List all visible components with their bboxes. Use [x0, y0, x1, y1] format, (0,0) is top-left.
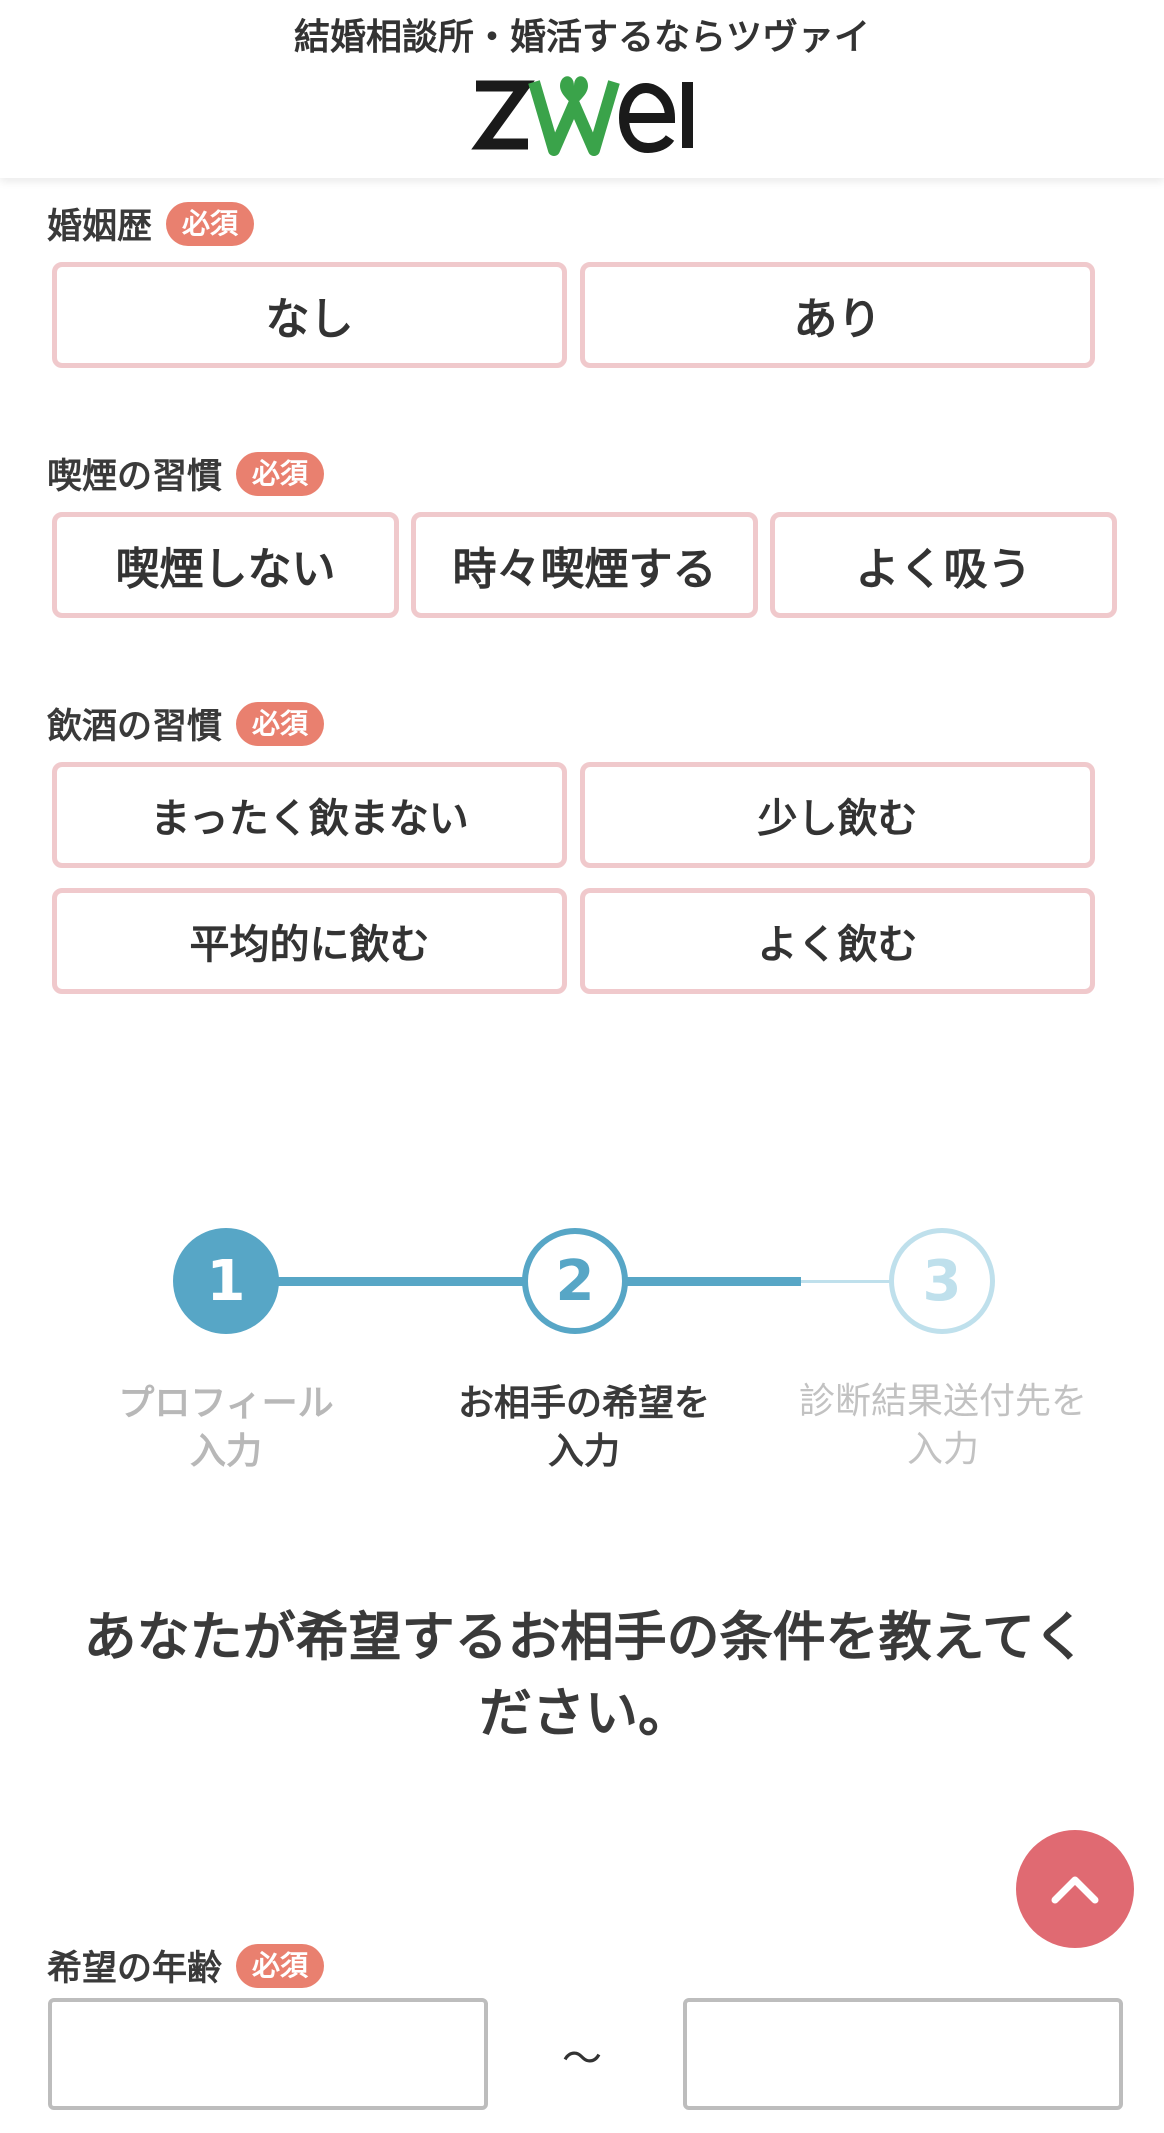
required-badge: 必須: [236, 451, 325, 496]
required-badge: 必須: [166, 201, 255, 246]
drinking-label-row: 飲酒の習慣 必須: [47, 698, 325, 749]
smoking-option-occasional[interactable]: 時々喫煙する: [411, 512, 758, 618]
heart-icon: [528, 76, 620, 156]
step-1-label: プロフィール 入力: [118, 1383, 334, 1472]
drinking-option-never[interactable]: まったく飲まない: [52, 762, 567, 868]
drinking-label: 飲酒の習慣: [47, 707, 223, 747]
age-label-row: 希望の年齢 必須: [47, 1940, 325, 1991]
age-max-input[interactable]: [683, 1998, 1123, 2110]
step-2-label: お相手の希望を 入力: [457, 1383, 710, 1472]
step-3-label: 診断結果送付先を 入力: [798, 1381, 1087, 1470]
zwei-logo[interactable]: zwei: [468, 64, 708, 156]
drinking-option-little[interactable]: 少し飲む: [580, 762, 1095, 868]
marital-option-none[interactable]: なし: [52, 262, 567, 368]
step-2-circle: 2: [522, 1228, 628, 1334]
marital-history-label-row: 婚姻歴 必須: [47, 198, 255, 249]
marital-option-yes[interactable]: あり: [580, 262, 1095, 368]
step-3-circle: 3: [889, 1228, 995, 1334]
drinking-option-often[interactable]: よく飲む: [580, 888, 1095, 994]
drinking-option-average[interactable]: 平均的に飲む: [52, 888, 567, 994]
marital-history-label: 婚姻歴: [47, 207, 153, 247]
required-badge: 必須: [236, 701, 325, 746]
age-range-separator: 〜: [562, 2036, 602, 2082]
age-label: 希望の年齢: [47, 1949, 223, 1989]
site-header: 結婚相談所・婚活するならツヴァイ zwei: [0, 0, 1164, 178]
smoking-option-non-smoker[interactable]: 喫煙しない: [52, 512, 399, 618]
chevron-up-icon: [1051, 1876, 1099, 1904]
header-tagline: 結婚相談所・婚活するならツヴァイ: [293, 17, 870, 58]
step-1-circle: 1: [173, 1228, 279, 1334]
section-headline: あなたが希望するお相手の条件を教えてく ださい。: [83, 1607, 1087, 1744]
scroll-to-top-button[interactable]: [1016, 1830, 1134, 1948]
age-min-input[interactable]: [48, 1998, 488, 2110]
smoking-label-row: 喫煙の習慣 必須: [47, 448, 325, 499]
smoking-option-heavy[interactable]: よく吸う: [770, 512, 1117, 618]
step-progress-bar: [226, 1277, 801, 1286]
smoking-label: 喫煙の習慣: [47, 457, 223, 497]
required-badge: 必須: [236, 1943, 325, 1988]
